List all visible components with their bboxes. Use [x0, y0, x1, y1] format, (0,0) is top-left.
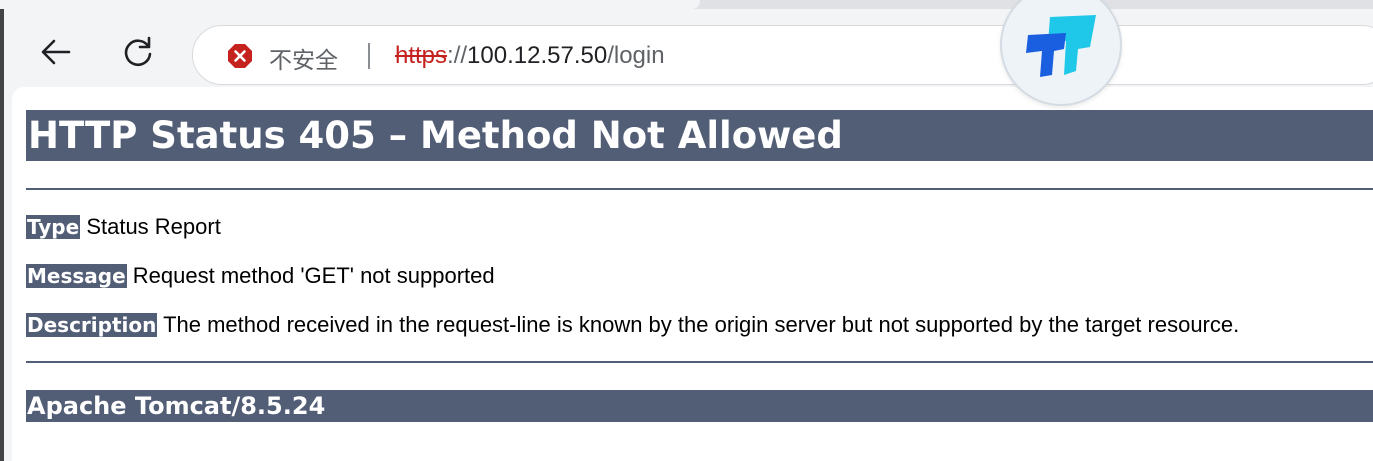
url-separator: ://: [447, 42, 468, 69]
message-value: Request method 'GET' not supported: [132, 263, 495, 288]
back-button[interactable]: [36, 32, 76, 72]
active-tab[interactable]: [0, 0, 700, 9]
server-info: Apache Tomcat/8.5.24: [26, 390, 1373, 422]
description-label: Description: [26, 313, 158, 337]
tab-strip: [0, 0, 1373, 9]
reload-icon: [124, 36, 152, 67]
page-title: HTTP Status 405 – Method Not Allowed: [26, 110, 1373, 161]
divider: [26, 188, 1373, 190]
url-scheme: https: [395, 42, 448, 69]
page-corner: [12, 87, 26, 101]
browser-toolbar: 不安全 https://100.12.57.50/login: [0, 9, 1373, 87]
window-frame: [4, 87, 12, 461]
description-value: The method received in the request-line …: [163, 312, 1240, 337]
url-text[interactable]: https://100.12.57.50/login: [395, 42, 665, 70]
message-line: Message Request method 'GET' not support…: [26, 263, 495, 289]
type-value: Status Report: [86, 214, 221, 239]
url-host: 100.12.57.50: [467, 42, 608, 69]
arrow-left-icon: [41, 39, 71, 65]
description-line: Description The method received in the r…: [26, 312, 1239, 338]
extension-logo-icon: [1026, 15, 1096, 77]
url-path: /login: [607, 42, 665, 69]
extension-button[interactable]: [1000, 0, 1122, 106]
divider: [26, 361, 1373, 363]
not-secure-warning-icon[interactable]: [227, 43, 253, 69]
type-label: Type: [26, 215, 81, 239]
security-status-label[interactable]: 不安全: [269, 41, 338, 75]
security-divider: [368, 39, 370, 71]
reload-button[interactable]: [118, 32, 158, 72]
address-bar[interactable]: 不安全 https://100.12.57.50/login: [192, 25, 1373, 85]
type-line: Type Status Report: [26, 214, 221, 240]
message-label: Message: [26, 264, 127, 288]
